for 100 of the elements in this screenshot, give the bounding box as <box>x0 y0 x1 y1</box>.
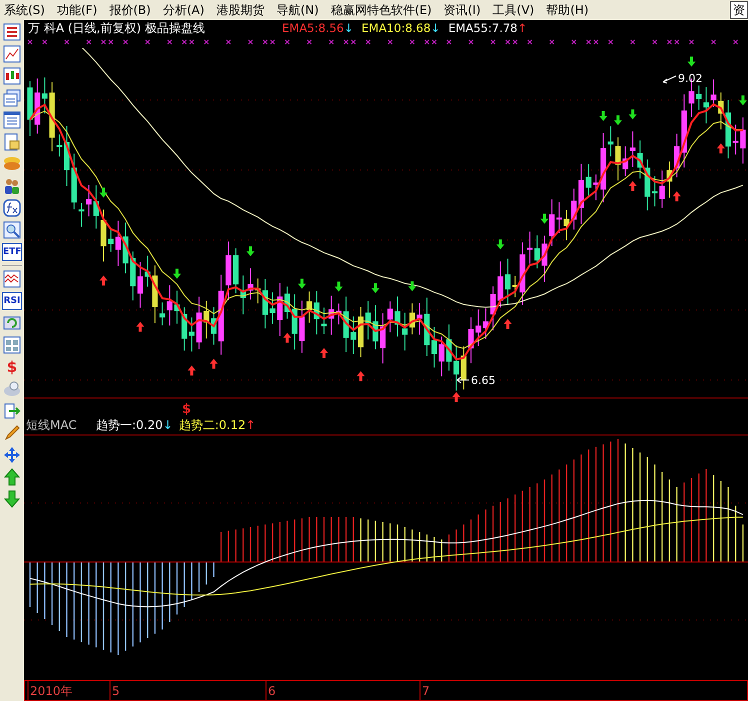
low-price-label: 6.65 <box>471 374 496 387</box>
sell-arrow-icon <box>100 188 108 198</box>
sell-arrow-icon <box>496 239 504 250</box>
line-chart-icon[interactable] <box>3 45 21 63</box>
menu-item[interactable]: 工具(V) <box>488 0 542 20</box>
candlestick <box>446 324 452 372</box>
buy-arrow-icon <box>356 371 365 382</box>
candlestick <box>740 116 746 164</box>
candlestick <box>299 300 305 354</box>
menu-item[interactable]: 港股期货 <box>212 0 272 20</box>
candlestick <box>542 235 548 282</box>
sell-arrow-icon <box>408 281 416 292</box>
candlestick <box>468 316 474 364</box>
candlestick <box>100 209 106 262</box>
buy-arrow-icon <box>210 358 218 369</box>
up-arrow-icon[interactable] <box>3 468 21 486</box>
magnifier-icon[interactable] <box>3 221 21 239</box>
candlestick <box>196 296 202 350</box>
candlestick <box>152 264 158 324</box>
candlestick <box>394 296 400 338</box>
sell-arrow-icon <box>614 115 622 126</box>
high-price-label: 9.02 <box>678 72 702 85</box>
indicator-title: 短线MAC <box>26 418 77 432</box>
buy-arrow-icon <box>320 348 328 358</box>
buy-arrow-icon <box>100 275 108 286</box>
candlestick <box>248 268 254 300</box>
menu-item[interactable]: 稳赢网特色软件(E) <box>326 0 440 20</box>
down-arrow-icon[interactable] <box>3 490 21 508</box>
date-label: 7 <box>422 684 430 698</box>
trend-arrow: ↓ <box>344 21 354 35</box>
indicator-value: 趋势二:0.12 <box>178 418 246 432</box>
date-label: 5 <box>112 684 120 698</box>
candlestick <box>416 302 422 336</box>
trend-arrow: ↓ <box>162 418 173 432</box>
indicator-value: EMA5:8.56 <box>282 21 344 35</box>
candlestick <box>564 209 570 241</box>
candlestick <box>666 161 672 198</box>
indicator-value: 趋势一:0.20 <box>96 418 163 432</box>
candlestick <box>27 80 33 136</box>
menu-item[interactable]: 功能(F) <box>52 0 106 20</box>
exit-icon[interactable] <box>3 402 21 420</box>
tiles-icon[interactable] <box>3 336 21 354</box>
menu-item[interactable]: 系统(S) <box>0 0 53 20</box>
sell-arrow-icon <box>371 283 380 294</box>
trend-arrow: ↑ <box>246 418 256 432</box>
date-label: 2010年 <box>30 684 73 698</box>
sell-arrow-icon <box>628 109 637 120</box>
buy-arrow-icon <box>716 143 725 154</box>
candlestick <box>637 140 643 179</box>
chart-title: 万 科A (日线,前复权) 极品操盘线 <box>28 21 205 35</box>
pencil-icon[interactable] <box>3 424 21 442</box>
candlestick <box>372 304 378 350</box>
trend-arrow: ↑ <box>517 21 528 35</box>
toolbar-button[interactable]: $ <box>2 358 22 376</box>
sell-arrow-icon <box>599 111 608 122</box>
candlestick <box>520 242 526 306</box>
menu-item[interactable]: 分析(A) <box>158 0 212 20</box>
buy-arrow-icon <box>504 319 512 330</box>
candlestick <box>122 222 128 274</box>
menu-item[interactable]: 报价(B) <box>105 0 159 20</box>
menu-item[interactable]: 帮助(H) <box>542 0 597 20</box>
candlestick <box>226 241 232 301</box>
sell-arrow-icon <box>298 278 306 289</box>
list-icon[interactable] <box>3 111 21 129</box>
candlestick <box>78 202 84 228</box>
sell-arrow-icon <box>540 214 548 224</box>
toolbar-button[interactable]: ETF <box>2 243 22 261</box>
toolbar-button[interactable]: RSI <box>2 292 22 310</box>
buy-arrow-icon <box>672 191 681 202</box>
formula-icon[interactable] <box>3 199 21 217</box>
buy-arrow-icon <box>452 392 460 402</box>
sell-arrow-icon <box>246 246 254 256</box>
candlestick <box>615 136 621 181</box>
refresh-icon[interactable] <box>3 314 21 332</box>
menu-item[interactable]: 导航(N) <box>272 0 327 20</box>
candlestick <box>593 174 599 201</box>
document-icon[interactable] <box>3 133 21 151</box>
sell-arrow-icon <box>173 268 181 279</box>
people-icon[interactable] <box>3 177 21 195</box>
candlestick <box>270 292 276 324</box>
menu-edge-button[interactable]: 资 <box>730 1 748 19</box>
candlestick <box>490 286 496 331</box>
candlestick-icon[interactable] <box>3 67 21 85</box>
candlestick <box>321 307 327 335</box>
windows-icon[interactable] <box>3 89 21 107</box>
buy-arrow-icon <box>628 180 637 191</box>
signal-mark: $ <box>182 402 192 417</box>
candlestick <box>49 82 55 152</box>
table-icon[interactable] <box>3 23 21 41</box>
sell-arrow-icon <box>688 56 696 67</box>
trend-arrow: ↓ <box>430 21 440 35</box>
candlestick <box>174 290 180 324</box>
sell-arrow-icon <box>738 95 747 106</box>
date-label: 6 <box>268 684 276 698</box>
indicator-value: EMA10:8.68 <box>362 21 431 35</box>
move-icon[interactable] <box>3 446 21 464</box>
leader-arrow-icon <box>456 376 470 384</box>
leader-arrow-icon <box>662 76 676 84</box>
menu-item[interactable]: 资讯(I) <box>440 0 489 20</box>
wave-chart-icon[interactable] <box>3 270 21 288</box>
